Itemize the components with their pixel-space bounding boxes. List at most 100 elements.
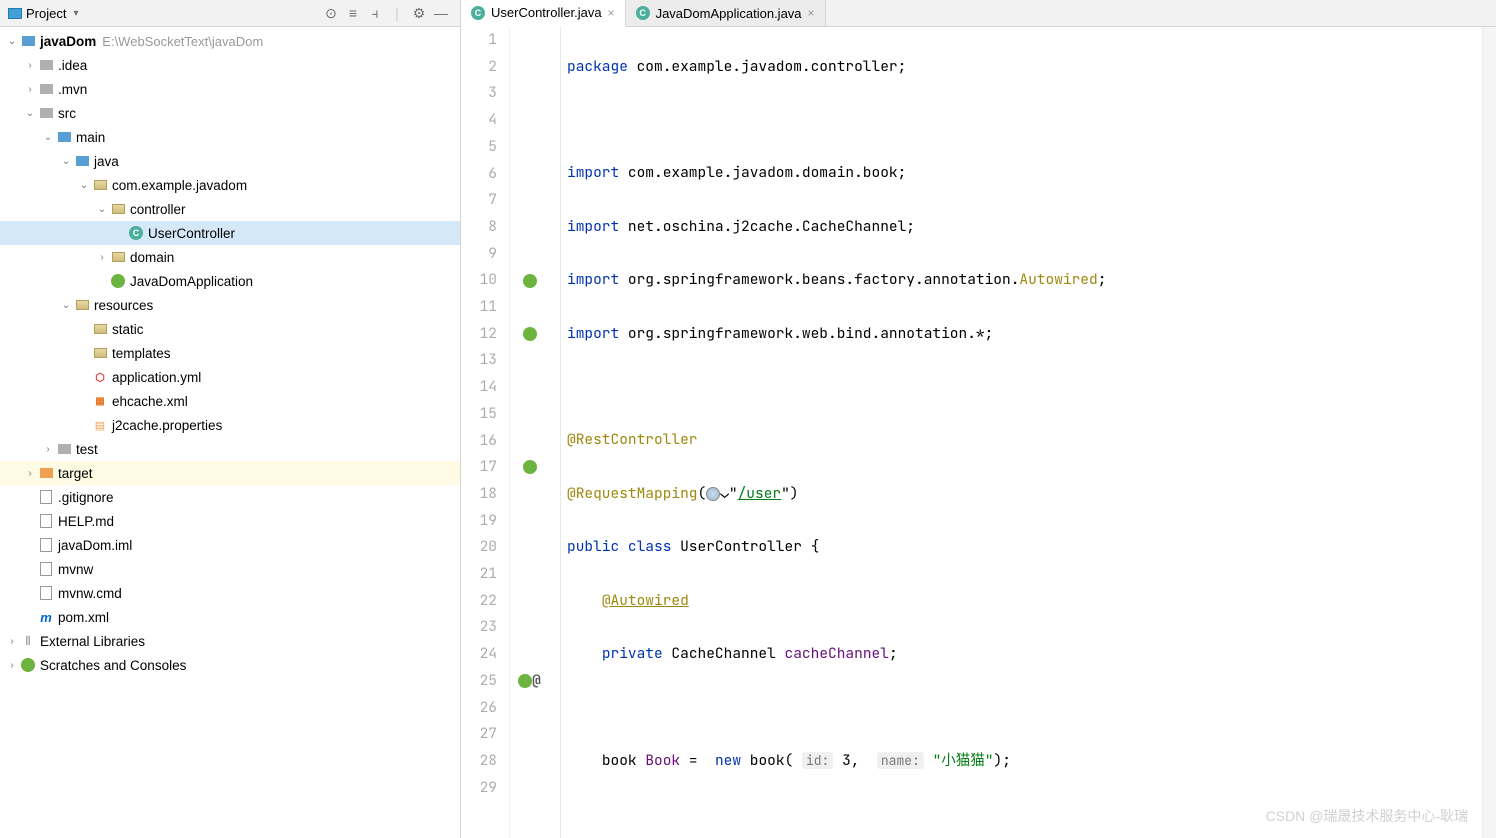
project-tree[interactable]: ⌄ javaDom E:\WebSocketText\javaDom ›.ide… bbox=[0, 27, 460, 838]
expand-icon[interactable]: ⌄ bbox=[40, 132, 56, 143]
line-number[interactable]: 9 bbox=[461, 241, 497, 268]
tree-row[interactable]: ›static bbox=[0, 317, 460, 341]
annotation: @RequestMapping bbox=[567, 484, 698, 503]
expand-icon[interactable]: ⌄ bbox=[4, 36, 20, 47]
tree-row[interactable]: ›domain bbox=[0, 245, 460, 269]
spring-bean-icon[interactable] bbox=[523, 460, 537, 474]
tree-row[interactable]: ›templates bbox=[0, 341, 460, 365]
line-number[interactable]: 26 bbox=[461, 695, 497, 722]
line-number[interactable]: 3 bbox=[461, 80, 497, 107]
line-number[interactable]: 10 bbox=[461, 267, 497, 294]
tree-row[interactable]: ⌄main bbox=[0, 125, 460, 149]
line-number[interactable]: 1 bbox=[461, 27, 497, 54]
line-number[interactable]: 12 bbox=[461, 321, 497, 348]
fold-column[interactable] bbox=[549, 27, 561, 838]
code-editor[interactable]: package com.example.javadom.controller; … bbox=[561, 27, 1482, 838]
expand-icon[interactable]: › bbox=[4, 660, 20, 671]
request-mapping-icon[interactable]: @ bbox=[532, 668, 540, 695]
line-number[interactable]: 29 bbox=[461, 775, 497, 802]
line-number[interactable]: 24 bbox=[461, 641, 497, 668]
editor-tab[interactable]: CUserController.java× bbox=[461, 0, 626, 27]
expand-icon[interactable]: › bbox=[40, 444, 56, 455]
spring-bean-icon[interactable] bbox=[523, 327, 537, 341]
folder-icon bbox=[58, 444, 71, 454]
spring-bean-icon[interactable] bbox=[523, 274, 537, 288]
tree-row[interactable]: ⌄java bbox=[0, 149, 460, 173]
line-number[interactable]: 18 bbox=[461, 481, 497, 508]
tree-row[interactable]: ›.gitignore bbox=[0, 485, 460, 509]
globe-icon[interactable] bbox=[706, 487, 720, 501]
tree-row[interactable]: ›target bbox=[0, 461, 460, 485]
tree-row[interactable]: ⌄controller bbox=[0, 197, 460, 221]
tree-row[interactable]: ›test bbox=[0, 437, 460, 461]
tree-row[interactable]: ›▤j2cache.properties bbox=[0, 413, 460, 437]
spring-bean-icon[interactable] bbox=[518, 674, 532, 688]
line-number[interactable]: 11 bbox=[461, 294, 497, 321]
line-number[interactable]: 19 bbox=[461, 508, 497, 535]
line-number[interactable]: 23 bbox=[461, 614, 497, 641]
expand-icon[interactable]: › bbox=[22, 60, 38, 71]
line-number[interactable]: 13 bbox=[461, 347, 497, 374]
tree-row[interactable]: ⌄resources bbox=[0, 293, 460, 317]
expand-icon[interactable]: ⌄ bbox=[94, 204, 110, 215]
line-number[interactable]: 20 bbox=[461, 534, 497, 561]
code-text: book bbox=[602, 751, 646, 770]
line-number[interactable]: 21 bbox=[461, 561, 497, 588]
expand-icon[interactable]: ⌄ bbox=[76, 180, 92, 191]
expand-icon[interactable]: ⌄ bbox=[58, 156, 74, 167]
tree-row[interactable]: ›mvnw.cmd bbox=[0, 581, 460, 605]
close-icon[interactable]: × bbox=[608, 6, 615, 20]
tree-scratches[interactable]: › Scratches and Consoles bbox=[0, 653, 460, 677]
line-number[interactable]: 8 bbox=[461, 214, 497, 241]
tree-row[interactable]: ›HELP.md bbox=[0, 509, 460, 533]
project-title-dropdown[interactable]: Project ▾ bbox=[8, 6, 79, 21]
tree-row[interactable]: ⌄com.example.javadom bbox=[0, 173, 460, 197]
scrollbar[interactable] bbox=[1482, 27, 1496, 838]
tree-row[interactable]: ⌄src bbox=[0, 101, 460, 125]
line-number[interactable]: 4 bbox=[461, 107, 497, 134]
hide-icon[interactable]: — bbox=[430, 2, 452, 24]
line-number[interactable]: 2 bbox=[461, 54, 497, 81]
expand-icon[interactable]: ≡ bbox=[342, 2, 364, 24]
tree-ext-libs[interactable]: › ⫴ External Libraries bbox=[0, 629, 460, 653]
line-number[interactable]: 22 bbox=[461, 588, 497, 615]
collapse-icon[interactable]: ⫞ bbox=[364, 2, 386, 24]
folder-icon bbox=[40, 84, 53, 94]
line-number[interactable]: 16 bbox=[461, 428, 497, 455]
expand-icon[interactable]: › bbox=[94, 252, 110, 263]
tree-root[interactable]: ⌄ javaDom E:\WebSocketText\javaDom bbox=[0, 29, 460, 53]
line-number[interactable]: 15 bbox=[461, 401, 497, 428]
tree-row[interactable]: ›javaDom.iml bbox=[0, 533, 460, 557]
project-icon bbox=[8, 8, 22, 19]
tree-row[interactable]: ›JavaDomApplication bbox=[0, 269, 460, 293]
line-number[interactable]: 28 bbox=[461, 748, 497, 775]
expand-icon[interactable]: ⌄ bbox=[58, 300, 74, 311]
tree-row[interactable]: ›mvnw bbox=[0, 557, 460, 581]
tree-row[interactable]: ›CUserController bbox=[0, 221, 460, 245]
url-link[interactable]: /user bbox=[738, 484, 782, 503]
line-number[interactable]: 6 bbox=[461, 161, 497, 188]
tree-row[interactable]: ›.mvn bbox=[0, 77, 460, 101]
param-hint: name: bbox=[877, 752, 924, 769]
editor-tab[interactable]: CJavaDomApplication.java× bbox=[626, 0, 826, 26]
folder-icon bbox=[76, 156, 89, 166]
expand-icon[interactable]: › bbox=[4, 636, 20, 647]
line-number[interactable]: 5 bbox=[461, 134, 497, 161]
expand-icon[interactable]: › bbox=[22, 468, 38, 479]
expand-icon[interactable]: ⌄ bbox=[22, 108, 38, 119]
tree-row[interactable]: ›⬡application.yml bbox=[0, 365, 460, 389]
line-number[interactable]: 25 bbox=[461, 668, 497, 695]
gutter-icons[interactable]: @ bbox=[510, 27, 549, 838]
line-number[interactable]: 27 bbox=[461, 721, 497, 748]
line-gutter[interactable]: 1234567891011121314151617181920212223242… bbox=[461, 27, 510, 838]
tree-row[interactable]: ›.idea bbox=[0, 53, 460, 77]
tree-row[interactable]: ›mpom.xml bbox=[0, 605, 460, 629]
gear-icon[interactable]: ⚙ bbox=[408, 2, 430, 24]
line-number[interactable]: 7 bbox=[461, 187, 497, 214]
tree-row[interactable]: ›▦ehcache.xml bbox=[0, 389, 460, 413]
close-icon[interactable]: × bbox=[808, 6, 815, 20]
expand-icon[interactable]: › bbox=[22, 84, 38, 95]
line-number[interactable]: 14 bbox=[461, 374, 497, 401]
locate-icon[interactable]: ⊙ bbox=[320, 2, 342, 24]
line-number[interactable]: 17 bbox=[461, 454, 497, 481]
